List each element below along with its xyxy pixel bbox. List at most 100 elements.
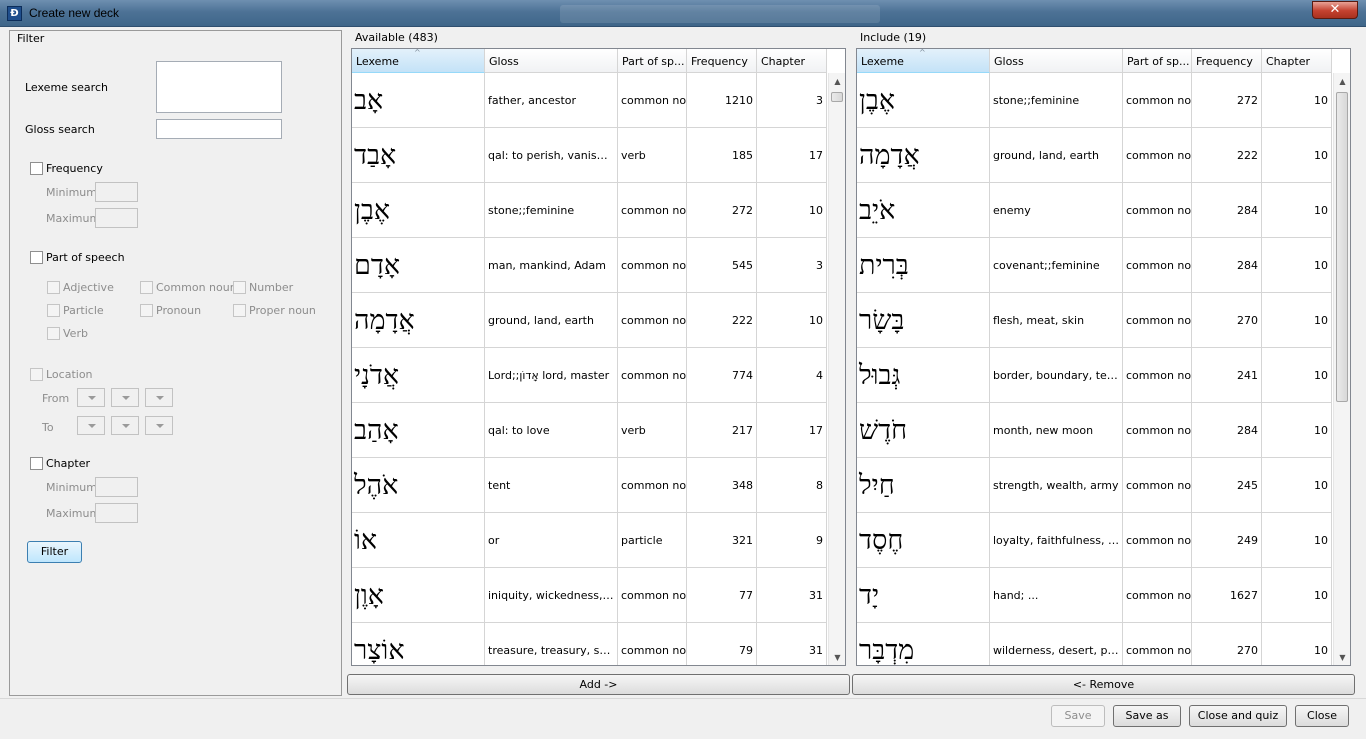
cell-part-of-speech: common noun [1123,458,1192,513]
cell-frequency: 241 [1192,348,1262,403]
column-header-frequency[interactable]: Frequency [687,49,757,73]
add-button[interactable]: Add -> [347,674,850,695]
cell-lexeme: אוֹ [352,513,485,568]
cell-chapter: 10 [1262,513,1332,568]
remove-button[interactable]: <- Remove [852,674,1355,695]
pos-verb-checkbox[interactable] [47,327,60,340]
table-row[interactable]: אָבfather, ancestorcommon noun12103 [352,73,827,128]
cell-gloss: wilderness, desert, past... [990,623,1123,665]
cell-chapter: 10 [1262,73,1332,128]
table-row[interactable]: אָדָםman, mankind, Adamcommon noun5453 [352,238,827,293]
column-header-gloss[interactable]: Gloss [485,49,618,73]
frequency-minimum-input[interactable] [95,182,138,202]
table-row[interactable]: בְּרִיתcovenant;;femininecommon noun2841… [857,238,1332,293]
table-row[interactable]: אֶבֶןstone;;femininecommon noun27210 [352,183,827,238]
frequency-checkbox[interactable] [30,162,43,175]
cell-part-of-speech: common noun [1123,238,1192,293]
gloss-search-input[interactable] [156,119,282,139]
frequency-maximum-input[interactable] [95,208,138,228]
lexeme-search-input[interactable] [156,61,282,113]
table-row[interactable]: אֹיֵבenemycommon noun28410 [857,183,1332,238]
table-row[interactable]: גְּבוּל border, boundary, territ... common… [857,348,1332,403]
table-row[interactable]: בָּשָׂרflesh, meat, skincommon noun27010 [857,293,1332,348]
include-scrollbar-thumb[interactable] [1336,92,1348,402]
cell-lexeme: אָוֶן [352,568,485,623]
table-row[interactable]: אֲדָמָהground, land, earthcommon noun222… [352,293,827,348]
table-row[interactable]: חֹדֶשׁmonth, new mooncommon noun28410 [857,403,1332,458]
column-header-frequency[interactable]: Frequency [1192,49,1262,73]
cell-part-of-speech: common noun [1123,293,1192,348]
available-scrollbar[interactable]: ▲ ▼ [828,73,845,665]
column-header-part-of-speech[interactable]: Part of sp... [618,49,687,73]
window-close-button[interactable]: ✕ [1312,1,1358,19]
scroll-down-arrow-icon[interactable]: ▼ [829,649,845,665]
cell-frequency: 1210 [687,73,757,128]
close-and-quiz-button[interactable]: Close and quiz [1189,705,1287,727]
column-header-lexeme[interactable]: Lexeme ^ [857,49,990,73]
cell-chapter: 10 [1262,348,1332,403]
table-row[interactable]: אָוֶןiniquity, wickedness, evil...common… [352,568,827,623]
table-row[interactable]: מִדְבָּר wilderness, desert, past... commo… [857,623,1332,665]
table-row[interactable]: חֶסֶד loyalty, faithfulness, ste... common… [857,513,1332,568]
save-as-button[interactable]: Save as [1113,705,1181,727]
frequency-minimum-label: Minimum [46,186,97,199]
pos-number-checkbox[interactable] [233,281,246,294]
chapter-checkbox[interactable] [30,457,43,470]
pos-common-noun-checkbox[interactable] [140,281,153,294]
include-scrollbar[interactable]: ▲ ▼ [1333,73,1350,665]
location-to-verse-dropdown[interactable] [145,416,173,435]
column-header-lexeme[interactable]: Lexeme ^ [352,49,485,73]
location-from-book-dropdown[interactable] [77,388,105,407]
column-header-chapter[interactable]: Chapter [757,49,827,73]
column-header-label: Part of sp... [622,55,685,68]
table-row[interactable]: אֲדֹנָי Lord;;אָדוֹן lord, master common n… [352,348,827,403]
filter-button[interactable]: Filter [27,541,82,563]
filter-panel: Filter Lexeme search Gloss search Freque… [9,30,342,696]
pos-adjective-checkbox[interactable] [47,281,60,294]
column-header-label: Frequency [1196,55,1253,68]
cell-part-of-speech: common noun [1123,403,1192,458]
location-to-label: To [42,421,54,434]
location-from-verse-dropdown[interactable] [145,388,173,407]
pos-proper-noun-checkbox[interactable] [233,304,246,317]
save-button[interactable]: Save [1051,705,1105,727]
table-row[interactable]: אוֹ or particle 321 9 [352,513,827,568]
pos-pronoun-checkbox[interactable] [140,304,153,317]
location-from-chapter-dropdown[interactable] [111,388,139,407]
cell-gloss: stone;;feminine [990,73,1123,128]
table-row[interactable]: אֶבֶןstone;;femininecommon noun27210 [857,73,1332,128]
cell-frequency: 185 [687,128,757,183]
table-row[interactable]: חַיִלstrength, wealth, armycommon noun24… [857,458,1332,513]
location-to-chapter-dropdown[interactable] [111,416,139,435]
table-row[interactable]: אָבַד qal: to perish, vanish, b... verb 185… [352,128,827,183]
chapter-minimum-input[interactable] [95,477,138,497]
cell-frequency: 222 [687,293,757,348]
scroll-down-arrow-icon[interactable]: ▼ [1334,649,1350,665]
gloss-search-label: Gloss search [25,123,95,136]
column-header-gloss[interactable]: Gloss [990,49,1123,73]
cell-chapter: 3 [757,238,827,293]
cell-chapter: 31 [757,568,827,623]
scroll-up-arrow-icon[interactable]: ▲ [829,73,845,90]
pos-particle-checkbox[interactable] [47,304,60,317]
column-header-part-of-speech[interactable]: Part of sp... [1123,49,1192,73]
table-row[interactable]: אָהַב qal: to love verb 217 17 [352,403,827,458]
location-checkbox[interactable] [30,368,43,381]
cell-gloss: stone;;feminine [485,183,618,238]
table-row[interactable]: אֲדָמָהground, land, earthcommon noun222… [857,128,1332,183]
available-scrollbar-thumb[interactable] [831,92,843,102]
available-grid: Lexeme ^ Gloss Part of sp... Frequency Chapte… [351,48,846,666]
location-to-book-dropdown[interactable] [77,416,105,435]
part-of-speech-checkbox[interactable] [30,251,43,264]
table-row[interactable]: יָדhand; ...common noun162710 [857,568,1332,623]
table-row[interactable]: אֹהֶלtentcommon noun3488 [352,458,827,513]
cell-gloss: treasure, treasury, stor... [485,623,618,665]
cell-gloss: qal: to love [485,403,618,458]
close-button[interactable]: Close [1295,705,1349,727]
table-row[interactable]: אוֹצָר treasure, treasury, stor... common … [352,623,827,665]
column-header-chapter[interactable]: Chapter [1262,49,1332,73]
scroll-up-arrow-icon[interactable]: ▲ [1334,73,1350,90]
column-header-label: Gloss [994,55,1024,68]
cell-gloss: ground, land, earth [485,293,618,348]
chapter-maximum-input[interactable] [95,503,138,523]
